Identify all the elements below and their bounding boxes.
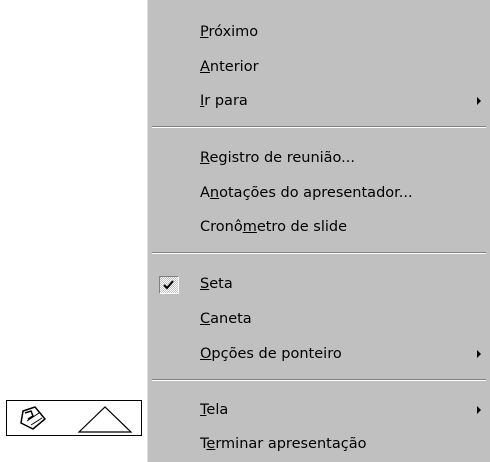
submenu-arrow-icon [477,406,481,414]
menu-item-pointer-options[interactable]: Opções de ponteiro [147,338,490,370]
checkmark-icon [159,276,179,294]
slideshow-popup-toolbar [6,400,142,436]
menu-item-label: Registro de reunião... [200,150,355,166]
slideshow-screen: Próximo Anterior Ir para Registro de reu… [0,0,490,462]
menu-item-label: Anterior [200,59,259,75]
menu-item-go-to[interactable]: Ir para [147,85,490,117]
menu-item-slide-meter[interactable]: Cronômetro de slide [147,211,490,243]
slideshow-context-menu: Próximo Anterior Ir para Registro de reu… [146,0,490,462]
menu-item-label: Ir para [200,93,248,109]
menu-item-label: Próximo [200,24,259,40]
menu-item-label: Anotações do apresentador... [200,185,413,201]
menu-item-label: Caneta [200,311,252,327]
menu-item-label: Opções de ponteiro [200,346,342,362]
pen-button[interactable] [9,403,61,433]
menu-separator [152,379,486,381]
menu-item-screen[interactable]: Tela [147,394,490,426]
menu-item-label: Seta [200,276,233,292]
menu-item-speaker-notes[interactable]: Anotações do apresentador... [147,177,490,209]
menu-item-label: Cronômetro de slide [200,219,348,235]
menu-separator [152,126,486,128]
menu-item-end-show[interactable]: Terminar apresentação [147,428,490,460]
menu-item-label: Tela [200,402,229,418]
pen-icon [20,406,47,430]
menu-item-arrow[interactable]: Seta [147,268,490,300]
menu-button[interactable] [73,403,139,433]
submenu-arrow-icon [477,97,481,105]
menu-item-label: Terminar apresentação [200,436,367,452]
menu-separator [152,252,486,254]
menu-item-previous[interactable]: Anterior [147,51,490,83]
menu-item-next[interactable]: Próximo [147,16,490,48]
submenu-arrow-icon [477,350,481,358]
menu-item-meeting-minder[interactable]: Registro de reunião... [147,142,490,174]
menu-triangle-icon [77,406,133,433]
menu-item-pen[interactable]: Caneta [147,303,490,335]
